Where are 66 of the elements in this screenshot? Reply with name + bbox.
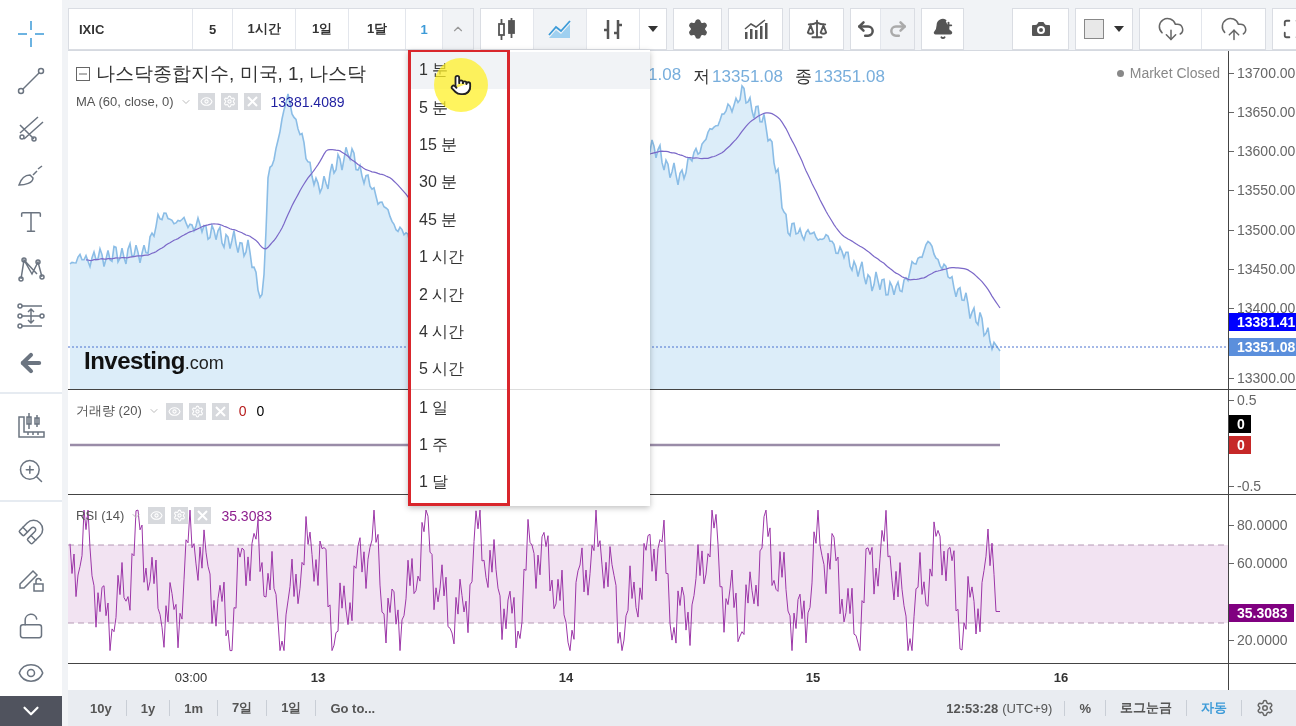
ohlc-value: 1.08 (648, 65, 682, 86)
study-value: 0 (238, 403, 247, 419)
axis-label: 20.0000 (1229, 632, 1288, 648)
settings-icon (1256, 699, 1274, 717)
time-label: 03:00 (174, 670, 208, 685)
axis-label: 13400.00 (1229, 300, 1296, 316)
study-name: 거래량 (20) (76, 402, 142, 420)
price-tag: 0 (1229, 436, 1251, 454)
axis-label: 13450.00 (1229, 261, 1296, 277)
color-swatch (1084, 19, 1104, 39)
bell-plus-icon (931, 18, 954, 40)
axis-label: -0.5 (1229, 478, 1262, 494)
range-button[interactable]: 1y (126, 700, 171, 716)
axis-label: 0.5 (1229, 392, 1257, 408)
cloud-upload-icon (1219, 15, 1248, 43)
ohlc-value: 종 13351.08 (795, 66, 885, 88)
range-button[interactable]: 10y (76, 700, 127, 716)
caret-down-icon (1114, 26, 1124, 32)
axis-label: 60.0000 (1229, 555, 1288, 571)
axis-label: 13550.00 (1229, 182, 1296, 198)
study-value: 13381.4089 (270, 93, 345, 110)
status-dot (1116, 69, 1124, 77)
axis-label: 13300.00 (1229, 370, 1296, 386)
line-tool-icon (16, 65, 46, 96)
time-label: 13 (310, 670, 326, 685)
go-to-button[interactable]: Go to... (316, 700, 390, 716)
redo-icon (887, 19, 908, 39)
scale-option[interactable]: 로그눈금 (1106, 700, 1187, 716)
clock-time: 12:53:28 (946, 700, 999, 716)
price-tag: 13381.41 (1229, 313, 1296, 331)
axis-label: 13650.00 (1229, 104, 1296, 120)
time-label: 14 (558, 670, 574, 685)
study-name: MA (60, close, 0) (76, 94, 174, 109)
unlock-icon (17, 611, 45, 640)
time-label: 16 (1053, 670, 1069, 685)
price-tag: 0 (1229, 415, 1251, 433)
chart-title: 나스닥종합지수, 미국, 1, 나스닥 (96, 62, 367, 86)
ohlc-value: 저 13351.08 (693, 66, 783, 88)
study-value: 0 (256, 403, 265, 419)
axis-label: 13700.00 (1229, 65, 1296, 81)
measure-icon (16, 300, 46, 331)
price-tag: 13351.08 (1229, 338, 1296, 356)
study-value: 35.3083 (221, 507, 272, 524)
market-status: Market Closed (1129, 65, 1220, 81)
collapse-button[interactable] (0, 696, 62, 726)
watermark-logo: Investing.com (84, 347, 224, 375)
range-button[interactable]: 7일 (217, 700, 268, 716)
timezone-label: (UTC+9) (1002, 700, 1066, 716)
range-button[interactable]: 1일 (267, 700, 317, 716)
indicators-icon (742, 18, 769, 40)
caret-down-icon (648, 26, 658, 32)
crosshair-icon (16, 18, 46, 49)
axis-label: 13500.00 (1229, 222, 1296, 238)
axis-label: 13600.00 (1229, 143, 1296, 159)
price-tag: 35.3083 (1229, 604, 1294, 622)
axis-label: 80.0000 (1229, 517, 1288, 533)
range-button[interactable]: 1m (170, 700, 218, 716)
time-label: 15 (805, 670, 821, 685)
magnet-icon (17, 517, 45, 546)
cloud-download-icon (1156, 15, 1185, 43)
hand-cursor-icon (450, 74, 472, 96)
undo-icon (855, 19, 876, 39)
settings-icon (686, 18, 709, 40)
scale-option[interactable]: % (1065, 700, 1106, 716)
collapse-icon (76, 67, 90, 81)
scale-icon (805, 18, 828, 40)
